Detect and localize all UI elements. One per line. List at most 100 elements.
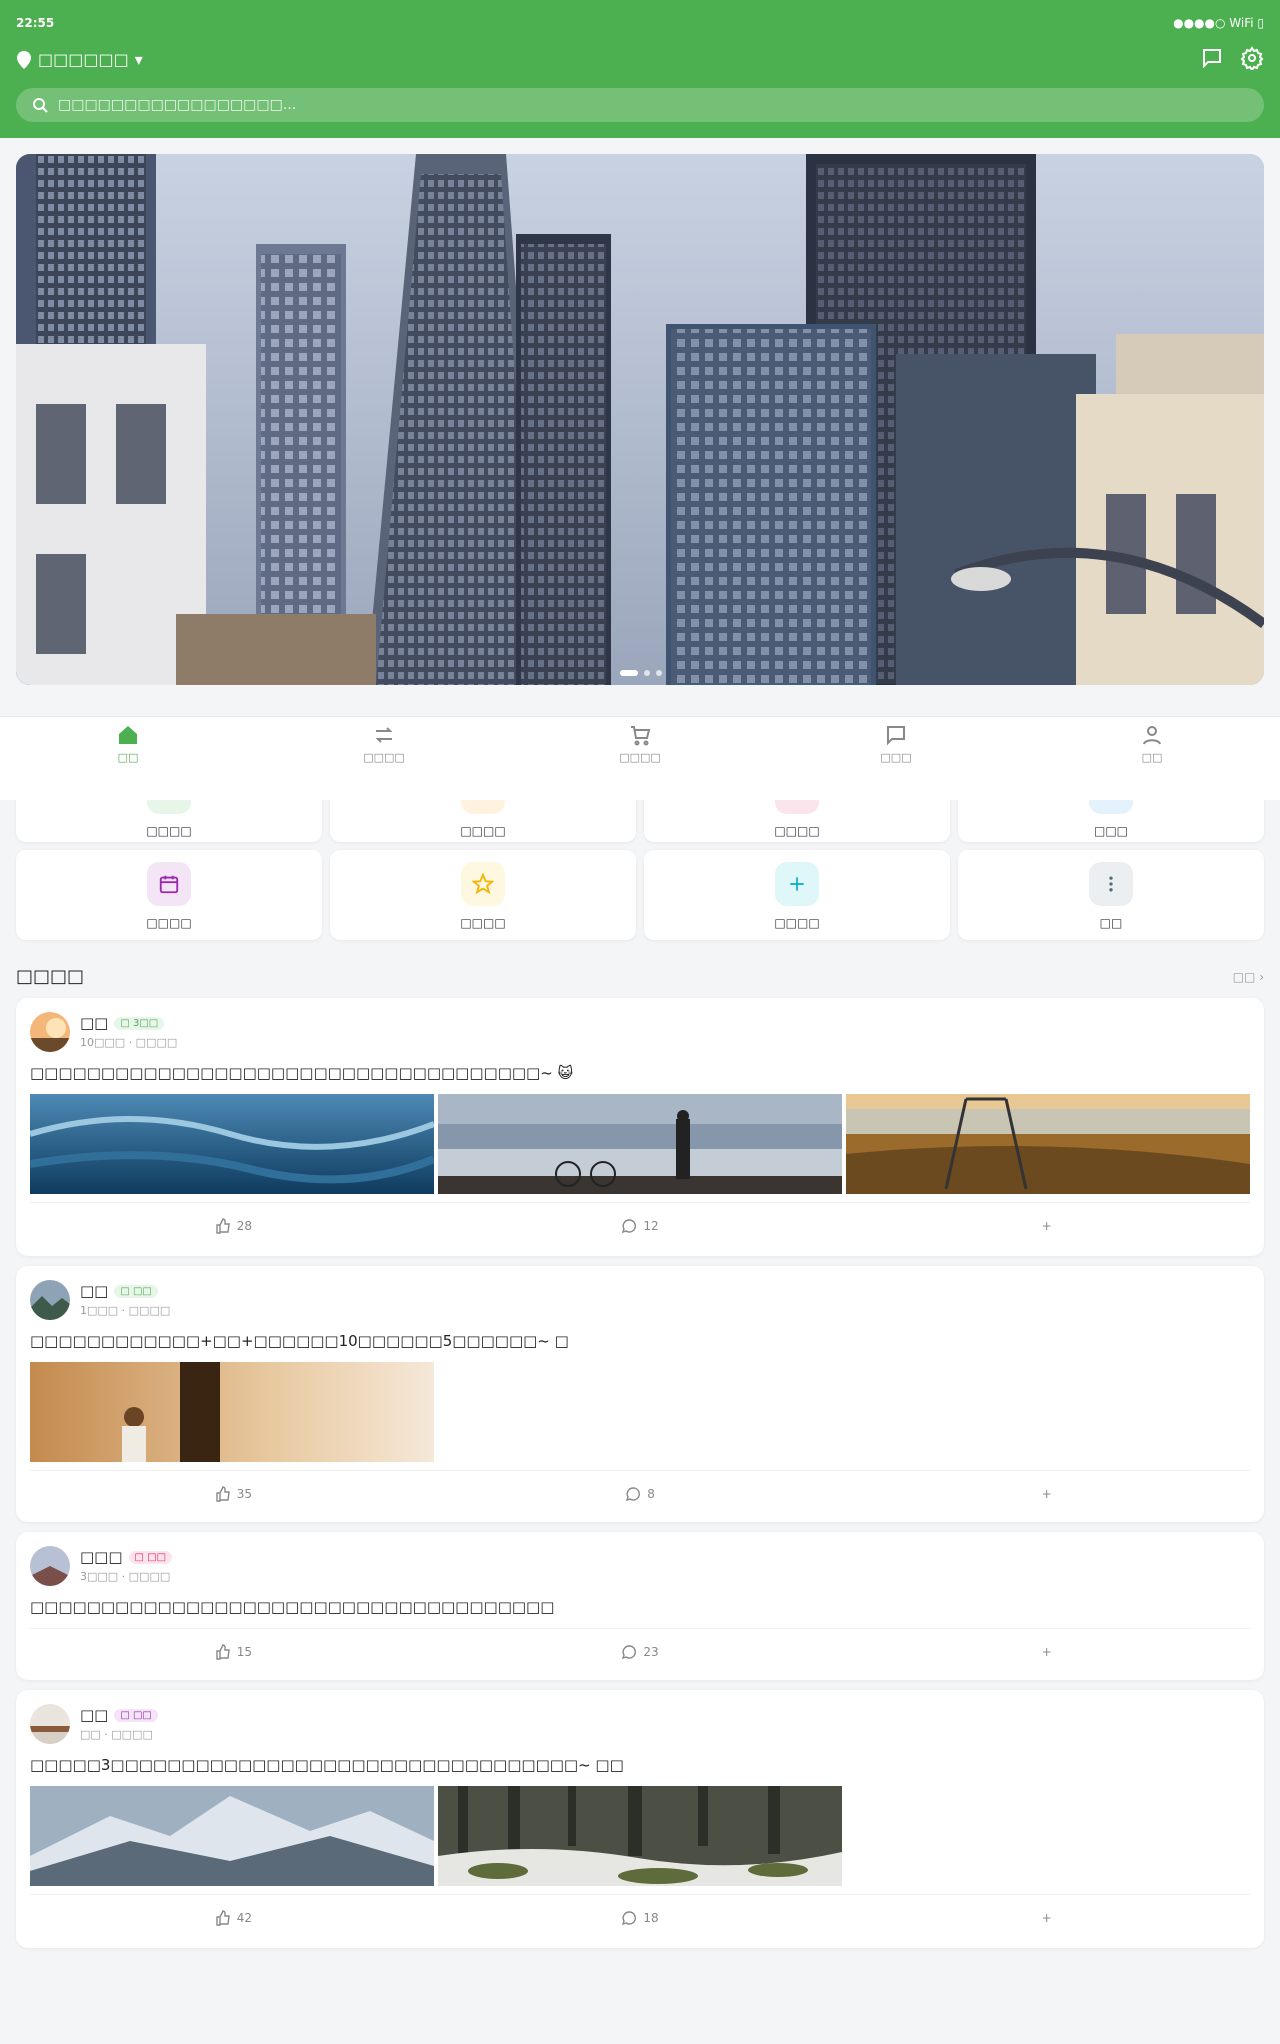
post-image[interactable]	[30, 1362, 434, 1462]
comment-button[interactable]: 12	[437, 1203, 844, 1248]
tab-home[interactable]: □□	[0, 717, 256, 800]
search-input[interactable]: □□□□□□□□□□□□□□□□□...	[16, 88, 1264, 122]
bottom-tab-bar: □□ □□□□ □□□□ □□□ □□	[0, 716, 1280, 800]
thumbs-up-icon	[215, 1217, 230, 1234]
tab-label: □□□□	[619, 751, 661, 764]
category-label: □□	[1099, 916, 1123, 930]
like-button[interactable]: 35	[30, 1471, 437, 1516]
post-meta: 1□□□ · □□□□	[80, 1304, 171, 1317]
share-plus: +	[1041, 1218, 1052, 1233]
comment-button[interactable]: 23	[437, 1629, 844, 1674]
calendar-icon	[147, 862, 191, 906]
city-skyline-image	[16, 154, 1264, 685]
avatar[interactable]	[30, 1546, 70, 1586]
comment-icon	[626, 1486, 641, 1501]
category-item-calendar[interactable]: □□□□	[16, 850, 322, 940]
thumbs-up-icon	[215, 1909, 230, 1926]
post-image[interactable]	[438, 1786, 842, 1886]
category-item-add[interactable]: □□□□	[644, 850, 950, 940]
tab-label: □□□□	[363, 751, 405, 764]
tab-exchange[interactable]: □□□□	[256, 717, 512, 800]
post-images	[30, 1786, 842, 1886]
tab-messages[interactable]: □□□	[768, 717, 1024, 800]
share-button[interactable]: +	[843, 1471, 1250, 1516]
pagination-dot[interactable]	[656, 670, 662, 676]
banner-pagination[interactable]	[620, 670, 662, 676]
like-button[interactable]: 15	[30, 1629, 437, 1674]
comment-count: 12	[643, 1218, 659, 1233]
comment-icon	[622, 1910, 637, 1925]
status-time: 22:55	[16, 16, 55, 30]
feed-title: □□□□	[16, 966, 85, 987]
location-name: □□□□□□	[38, 50, 129, 69]
share-button[interactable]: +	[843, 1895, 1250, 1940]
comment-button[interactable]: 8	[437, 1471, 844, 1516]
pagination-dot[interactable]	[644, 670, 650, 676]
cart-icon	[631, 726, 651, 746]
post-text: □□□□□□□□□□□□□□□□□□□□□□□□□□□□□□□□□□□□~ 😺	[30, 1064, 574, 1082]
post-author[interactable]: □□ □ 3□□	[80, 1014, 165, 1032]
like-button[interactable]: 42	[30, 1895, 437, 1940]
post-meta: 10□□□ · □□□□	[80, 1036, 178, 1049]
post-meta: 3□□□ · □□□□	[80, 1570, 171, 1583]
post-author[interactable]: □□□ □ □□	[80, 1548, 173, 1566]
category-label: □□□□	[146, 824, 192, 838]
tab-label: □□	[1141, 751, 1163, 764]
like-count: 15	[236, 1644, 252, 1659]
author-name: □□	[80, 1014, 109, 1032]
feed-more-link[interactable]: □□ ›	[1233, 970, 1264, 984]
category-item-more[interactable]: □□	[958, 850, 1264, 940]
status-indicators: ●●●●○ WiFi ▯	[1173, 16, 1264, 30]
post-actions: 28 12 +	[30, 1202, 1250, 1248]
post-text: □□□□□3□□□□□□□□□□□□□□□□□□□□□□□□□□□□□□□□□~…	[30, 1756, 624, 1774]
feed-post: □□ □ □□ 1□□□ · □□□□ □□□□□□□□□□□□+□□+□□□□…	[16, 1266, 1264, 1522]
location-selector[interactable]: □□□□□□ ▾	[16, 50, 143, 69]
tab-label: □□	[117, 751, 139, 764]
author-badge: □ □□	[114, 1708, 158, 1722]
pagination-dot-active[interactable]	[620, 670, 638, 676]
message-icon	[887, 726, 905, 746]
avatar[interactable]	[30, 1012, 70, 1052]
post-image[interactable]	[846, 1094, 1250, 1194]
share-plus: +	[1041, 1486, 1052, 1501]
swap-icon	[375, 727, 393, 743]
post-image[interactable]	[438, 1094, 842, 1194]
star-icon	[461, 862, 505, 906]
comment-button[interactable]: 18	[437, 1895, 844, 1940]
author-badge: □ □□	[128, 1550, 173, 1564]
tab-label: □□□	[880, 751, 912, 764]
chat-icon[interactable]	[1200, 46, 1224, 70]
like-count: 42	[236, 1910, 252, 1925]
post-images	[30, 1362, 434, 1462]
post-text: □□□□□□□□□□□□□□□□□□□□□□□□□□□□□□□□□□□□□	[30, 1598, 555, 1616]
avatar[interactable]	[30, 1280, 70, 1320]
category-label: □□□□	[460, 916, 506, 930]
share-plus: +	[1041, 1644, 1052, 1659]
like-button[interactable]: 28	[30, 1203, 437, 1248]
category-item-favorites[interactable]: □□□□	[330, 850, 636, 940]
plus-icon	[775, 862, 819, 906]
hero-banner[interactable]	[16, 154, 1264, 685]
post-image[interactable]	[30, 1094, 434, 1194]
thumbs-up-icon	[215, 1643, 230, 1660]
post-author[interactable]: □□ □ □□	[80, 1282, 158, 1300]
more-icon	[1089, 862, 1133, 906]
comment-count: 18	[643, 1910, 659, 1925]
tab-market[interactable]: □□□□	[512, 717, 768, 800]
tab-profile[interactable]: □□	[1024, 717, 1280, 800]
gear-icon[interactable]	[1240, 46, 1264, 70]
avatar[interactable]	[30, 1704, 70, 1744]
feed-post: □□ □ □□ □□ · □□□□ □□□□□3□□□□□□□□□□□□□□□□…	[16, 1690, 1264, 1948]
user-icon	[1143, 726, 1161, 745]
post-image[interactable]	[30, 1786, 434, 1886]
share-button[interactable]: +	[843, 1629, 1250, 1674]
app-header: 22:55 ●●●●○ WiFi ▯ □□□□□□ ▾ □□□□□□□□□□□□…	[0, 0, 1280, 138]
comment-count: 23	[643, 1644, 659, 1659]
post-text: □□□□□□□□□□□□+□□+□□□□□□10□□□□□□5□□□□□□~ □	[30, 1332, 569, 1350]
category-label: □□□□	[146, 916, 192, 930]
share-button[interactable]: +	[843, 1203, 1250, 1248]
post-author[interactable]: □□ □ □□	[80, 1706, 158, 1724]
category-label: □□□□	[774, 824, 820, 838]
search-placeholder: □□□□□□□□□□□□□□□□□...	[58, 97, 297, 113]
thumbs-up-icon	[215, 1485, 230, 1502]
